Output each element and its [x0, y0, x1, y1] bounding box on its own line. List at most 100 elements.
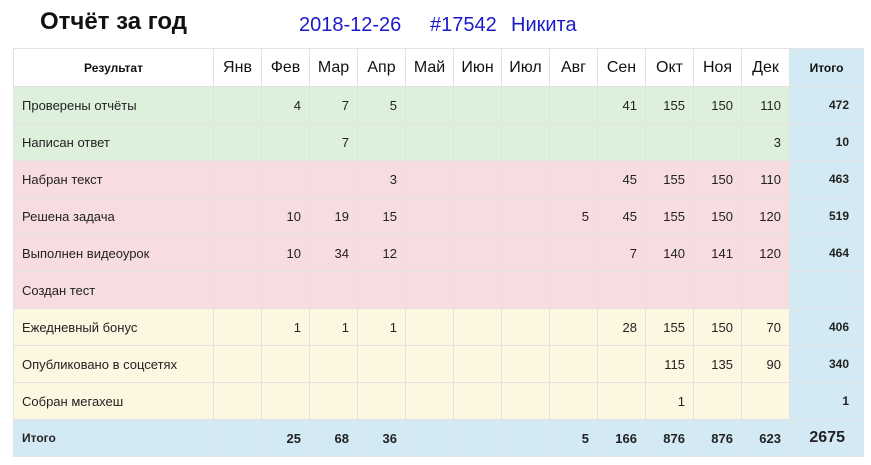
column-header-month: Июл [501, 48, 550, 87]
table-cell [405, 382, 454, 420]
table-cell [405, 160, 454, 198]
column-header-month: Сен [597, 48, 646, 87]
table-cell [597, 382, 646, 420]
table-cell: 150 [693, 197, 742, 235]
month-total: 5 [549, 419, 598, 457]
row-label: Собран мегахеш [13, 382, 214, 420]
row-total [789, 271, 864, 309]
table-cell: 15 [357, 197, 406, 235]
table-row: Создан тест [13, 271, 864, 309]
table-cell [501, 123, 550, 161]
report-id: #17542 [430, 14, 497, 36]
column-header-month: Окт [645, 48, 694, 87]
table-cell [501, 271, 550, 309]
table-cell [645, 271, 694, 309]
month-total: 623 [741, 419, 790, 457]
table-cell [549, 345, 598, 383]
table-cell: 4 [261, 86, 310, 124]
table-cell: 150 [693, 86, 742, 124]
table-cell: 155 [645, 86, 694, 124]
table-cell: 3 [357, 160, 406, 198]
table-cell [597, 123, 646, 161]
row-label: Ежедневный бонус [13, 308, 214, 346]
table-cell [261, 345, 310, 383]
table-cell: 5 [357, 86, 406, 124]
month-total [213, 419, 262, 457]
table-row: Набран текст 3 45 155 150 110 463 [13, 160, 864, 198]
table-row: Решена задача 10 19 15 5 45 155 150 120 519 [13, 197, 864, 235]
row-label: Набран текст [13, 160, 214, 198]
table-cell [501, 308, 550, 346]
table-cell: 34 [309, 234, 358, 272]
table-cell: 7 [309, 123, 358, 161]
grand-total: 2675 [789, 419, 864, 457]
row-total: 10 [789, 123, 864, 161]
table-cell [549, 123, 598, 161]
table-cell [549, 382, 598, 420]
table-cell [453, 345, 502, 383]
table-cell [405, 308, 454, 346]
table-cell [453, 123, 502, 161]
table-cell: 155 [645, 197, 694, 235]
table-cell [453, 197, 502, 235]
table-cell: 10 [261, 234, 310, 272]
month-total: 36 [357, 419, 406, 457]
row-total: 464 [789, 234, 864, 272]
table-cell [453, 86, 502, 124]
table-cell [549, 271, 598, 309]
table-cell [213, 123, 262, 161]
table-cell: 120 [741, 234, 790, 272]
table-cell [405, 123, 454, 161]
table-header-row: Результат Янв Фев Мар Апр Май Июн Июл Авг Сен Окт… [13, 48, 864, 87]
row-label: Написан ответ [13, 123, 214, 161]
yearly-report-table: Результат Янв Фев Мар Апр Май Июн Июл Авг Сен Окт… [13, 48, 864, 457]
table-cell [213, 308, 262, 346]
table-cell: 7 [309, 86, 358, 124]
table-cell [453, 308, 502, 346]
totals-row: Итого 25 68 36 5 166 876 876 623 2675 [13, 419, 864, 457]
table-cell [453, 271, 502, 309]
table-cell: 10 [261, 197, 310, 235]
table-cell [405, 234, 454, 272]
column-header-month: Мар [309, 48, 358, 87]
report-date: 2018-12-26 [299, 14, 402, 36]
column-header-month: Апр [357, 48, 406, 87]
table-row: Проверены отчёты 4 7 5 41 155 150 110 472 [13, 86, 864, 124]
column-header-result: Результат [13, 48, 214, 87]
table-cell [645, 123, 694, 161]
table-cell [693, 123, 742, 161]
column-header-month: Авг [549, 48, 598, 87]
row-label: Опубликовано в соцсетях [13, 345, 214, 383]
table-cell: 1 [645, 382, 694, 420]
table-cell [501, 197, 550, 235]
table-cell [309, 271, 358, 309]
row-total: 519 [789, 197, 864, 235]
table-cell [213, 86, 262, 124]
table-cell [213, 234, 262, 272]
table-cell [693, 271, 742, 309]
table-cell: 90 [741, 345, 790, 383]
page-title: Отчёт за год [40, 8, 188, 35]
row-total: 1 [789, 382, 864, 420]
totals-label: Итого [13, 419, 214, 457]
report-user: Никита [511, 14, 577, 36]
table-cell [357, 271, 406, 309]
table-cell [405, 86, 454, 124]
table-cell [357, 123, 406, 161]
table-cell: 135 [693, 345, 742, 383]
table-cell: 155 [645, 308, 694, 346]
month-total: 166 [597, 419, 646, 457]
month-total: 876 [645, 419, 694, 457]
table-cell: 3 [741, 123, 790, 161]
table-cell: 110 [741, 160, 790, 198]
table-row: Написан ответ 7 3 10 [13, 123, 864, 161]
table-cell [405, 197, 454, 235]
table-cell [501, 160, 550, 198]
table-cell [405, 271, 454, 309]
column-header-month: Ноя [693, 48, 742, 87]
month-total [453, 419, 502, 457]
table-cell [501, 345, 550, 383]
table-cell: 1 [309, 308, 358, 346]
table-cell: 1 [357, 308, 406, 346]
table-row: Ежедневный бонус 1 1 1 28 155 150 70 406 [13, 308, 864, 346]
